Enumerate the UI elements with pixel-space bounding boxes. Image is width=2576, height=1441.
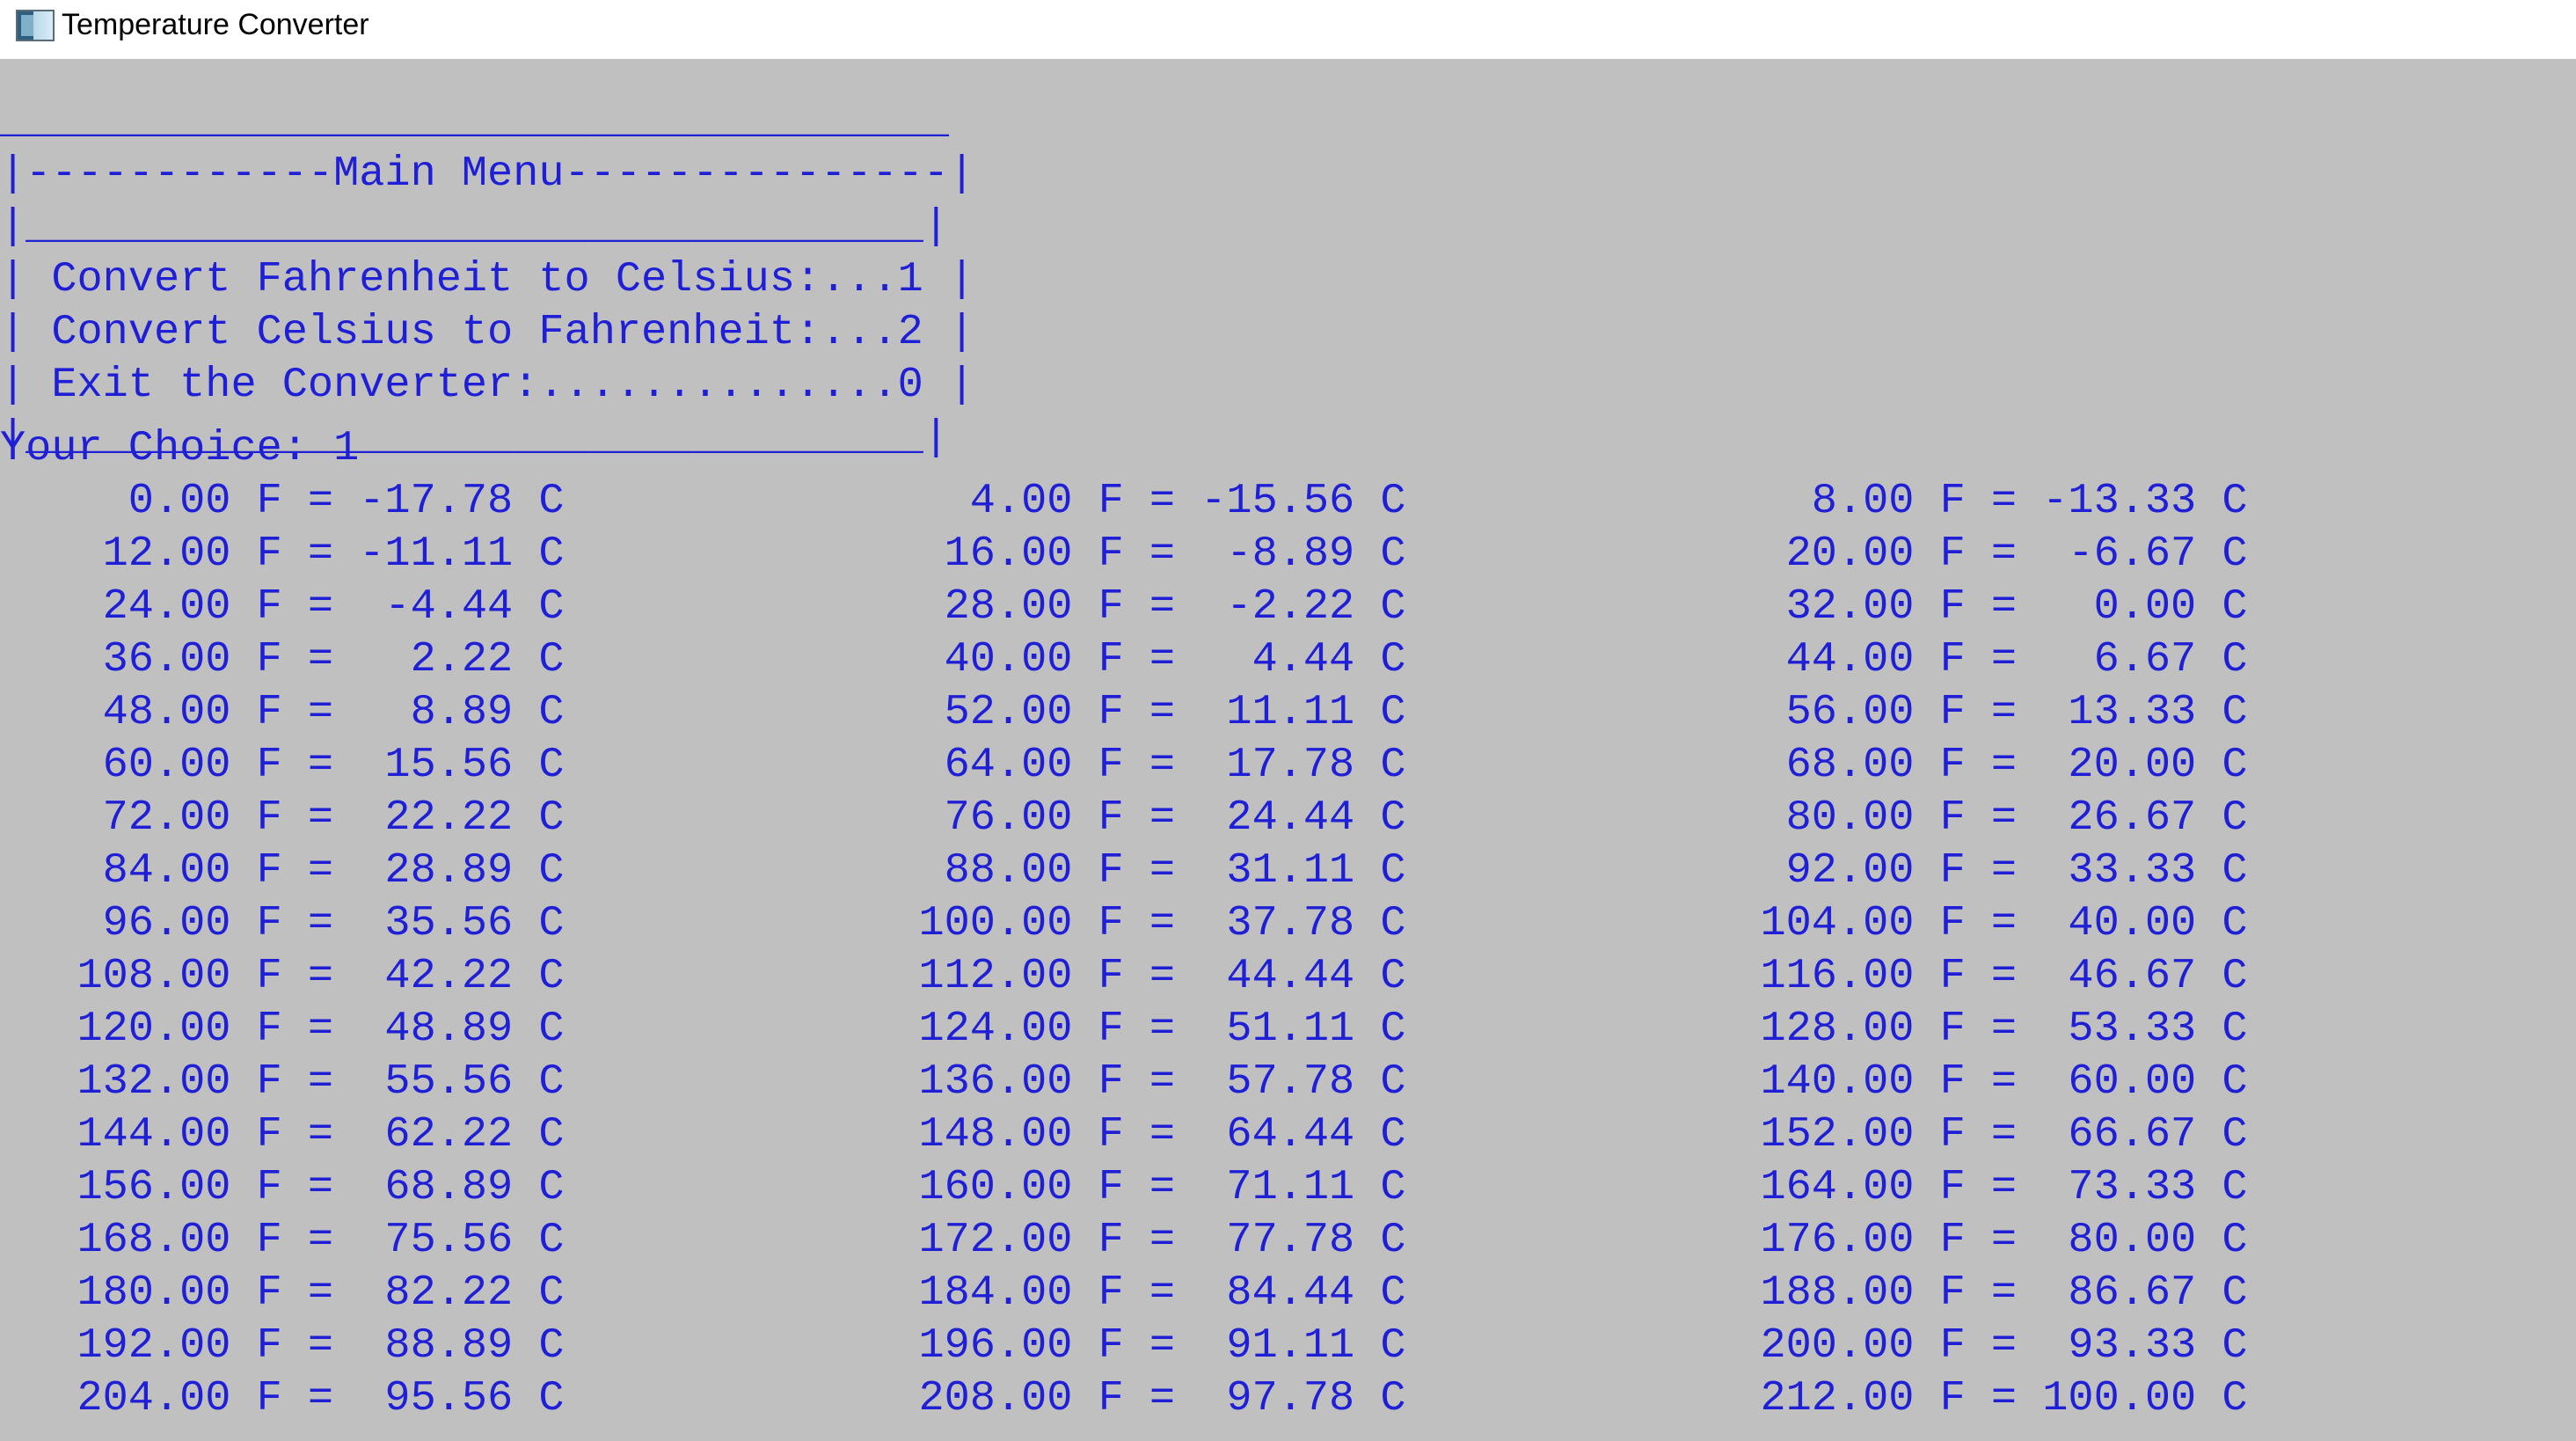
menu-option-c-to-f: | Convert Celsius to Fahrenheit:...2 | [0, 308, 975, 356]
conversion-entry: 128.00 F = 53.33 C [1683, 1005, 2248, 1053]
conversion-entry: 152.00 F = 66.67 C [1683, 1110, 2248, 1159]
table-row: 12.00 F = -11.11 C 16.00 F = -8.89 C 20.… [0, 528, 2576, 581]
conversion-entry: 24.00 F = -4.44 C [0, 582, 565, 631]
menu-option-f-to-c: | Convert Fahrenheit to Celsius:...1 | [0, 255, 975, 304]
menu-line: |___________________________________| [0, 202, 949, 251]
console-output[interactable]: _____________________________________ |--… [0, 59, 2576, 1441]
conversion-entry: 184.00 F = 84.44 C [842, 1269, 1406, 1317]
conversion-entry: 96.00 F = 35.56 C [0, 899, 565, 947]
choice-line: Your Choice: 1 [0, 424, 360, 472]
conversion-entry: 132.00 F = 55.56 C [0, 1057, 565, 1106]
conversion-entry: 144.00 F = 62.22 C [0, 1110, 565, 1159]
conversion-entry: 68.00 F = 20.00 C [1683, 741, 2248, 789]
menu-line: _____________________________________ [0, 97, 949, 145]
table-row: 144.00 F = 62.22 C 148.00 F = 64.44 C 15… [0, 1108, 2576, 1161]
conversion-entry: 8.00 F = -13.33 C [1683, 477, 2248, 525]
conversion-entry: 60.00 F = 15.56 C [0, 741, 565, 789]
conversion-entry: 212.00 F = 100.00 C [1683, 1374, 2248, 1423]
window-titlebar[interactable]: Temperature Converter [0, 0, 2576, 59]
table-row: 60.00 F = 15.56 C 64.00 F = 17.78 C 68.0… [0, 739, 2576, 792]
conversion-entry: 12.00 F = -11.11 C [0, 530, 565, 578]
conversion-entry: 20.00 F = -6.67 C [1683, 530, 2248, 578]
conversion-entry: 4.00 F = -15.56 C [842, 477, 1406, 525]
conversion-entry: 168.00 F = 75.56 C [0, 1216, 565, 1264]
conversion-entry: 176.00 F = 80.00 C [1683, 1216, 2248, 1264]
conversion-entry: 72.00 F = 22.22 C [0, 794, 565, 842]
conversion-entry: 136.00 F = 57.78 C [842, 1057, 1406, 1106]
conversion-entry: 164.00 F = 73.33 C [1683, 1163, 2248, 1211]
table-row: 168.00 F = 75.56 C 172.00 F = 77.78 C 17… [0, 1214, 2576, 1267]
conversion-entry: 56.00 F = 13.33 C [1683, 688, 2248, 736]
table-row: 156.00 F = 68.89 C 160.00 F = 71.11 C 16… [0, 1161, 2576, 1214]
table-row: 72.00 F = 22.22 C 76.00 F = 24.44 C 80.0… [0, 792, 2576, 845]
conversion-table: 0.00 F = -17.78 C 4.00 F = -15.56 C 8.00… [0, 475, 2576, 1425]
conversion-entry: 204.00 F = 95.56 C [0, 1374, 565, 1423]
conversion-entry: 48.00 F = 8.89 C [0, 688, 565, 736]
conversion-entry: 84.00 F = 28.89 C [0, 846, 565, 895]
conversion-entry: 108.00 F = 42.22 C [0, 952, 565, 1000]
conversion-entry: 120.00 F = 48.89 C [0, 1005, 565, 1053]
menu-option-exit: | Exit the Converter:..............0 | [0, 361, 975, 409]
table-row: 120.00 F = 48.89 C 124.00 F = 51.11 C 12… [0, 1003, 2576, 1056]
conversion-entry: 116.00 F = 46.67 C [1683, 952, 2248, 1000]
conversion-entry: 32.00 F = 0.00 C [1683, 582, 2248, 631]
table-row: 48.00 F = 8.89 C 52.00 F = 11.11 C 56.00… [0, 686, 2576, 739]
main-menu: _____________________________________ |--… [0, 95, 974, 464]
conversion-entry: 112.00 F = 44.44 C [842, 952, 1406, 1000]
table-row: 96.00 F = 35.56 C 100.00 F = 37.78 C 104… [0, 897, 2576, 950]
conversion-entry: 104.00 F = 40.00 C [1683, 899, 2248, 947]
table-row: 192.00 F = 88.89 C 196.00 F = 91.11 C 20… [0, 1320, 2576, 1372]
conversion-entry: 88.00 F = 31.11 C [842, 846, 1406, 895]
table-row: 108.00 F = 42.22 C 112.00 F = 44.44 C 11… [0, 950, 2576, 1003]
conversion-entry: 92.00 F = 33.33 C [1683, 846, 2248, 895]
conversion-entry: 200.00 F = 93.33 C [1683, 1321, 2248, 1370]
conversion-entry: 140.00 F = 60.00 C [1683, 1057, 2248, 1106]
conversion-entry: 172.00 F = 77.78 C [842, 1216, 1406, 1264]
conversion-entry: 52.00 F = 11.11 C [842, 688, 1406, 736]
table-row: 36.00 F = 2.22 C 40.00 F = 4.44 C 44.00 … [0, 633, 2576, 686]
conversion-entry: 180.00 F = 82.22 C [0, 1269, 565, 1317]
table-row: 24.00 F = -4.44 C 28.00 F = -2.22 C 32.0… [0, 581, 2576, 633]
table-row: 84.00 F = 28.89 C 88.00 F = 31.11 C 92.0… [0, 845, 2576, 897]
conversion-entry: 16.00 F = -8.89 C [842, 530, 1406, 578]
conversion-entry: 0.00 F = -17.78 C [0, 477, 565, 525]
conversion-entry: 160.00 F = 71.11 C [842, 1163, 1406, 1211]
window-title: Temperature Converter [62, 8, 369, 41]
conversion-entry: 192.00 F = 88.89 C [0, 1321, 565, 1370]
conversion-entry: 196.00 F = 91.11 C [842, 1321, 1406, 1370]
conversion-entry: 40.00 F = 4.44 C [842, 635, 1406, 684]
conversion-entry: 148.00 F = 64.44 C [842, 1110, 1406, 1159]
conversion-entry: 28.00 F = -2.22 C [842, 582, 1406, 631]
choice-prompt: Your Choice: 1 [0, 422, 359, 475]
menu-title-line: |------------Main Menu---------------| [0, 150, 975, 198]
console-app-icon[interactable] [16, 10, 55, 41]
conversion-entry: 44.00 F = 6.67 C [1683, 635, 2248, 684]
conversion-entry: 100.00 F = 37.78 C [842, 899, 1406, 947]
conversion-entry: 36.00 F = 2.22 C [0, 635, 565, 684]
table-row: 204.00 F = 95.56 C 208.00 F = 97.78 C 21… [0, 1372, 2576, 1425]
conversion-entry: 80.00 F = 26.67 C [1683, 794, 2248, 842]
conversion-entry: 124.00 F = 51.11 C [842, 1005, 1406, 1053]
table-row: 180.00 F = 82.22 C 184.00 F = 84.44 C 18… [0, 1267, 2576, 1320]
table-row: 0.00 F = -17.78 C 4.00 F = -15.56 C 8.00… [0, 475, 2576, 528]
conversion-entry: 76.00 F = 24.44 C [842, 794, 1406, 842]
conversion-entry: 64.00 F = 17.78 C [842, 741, 1406, 789]
table-row: 132.00 F = 55.56 C 136.00 F = 57.78 C 14… [0, 1056, 2576, 1108]
conversion-entry: 188.00 F = 86.67 C [1683, 1269, 2248, 1317]
conversion-entry: 208.00 F = 97.78 C [842, 1374, 1406, 1423]
conversion-entry: 156.00 F = 68.89 C [0, 1163, 565, 1211]
